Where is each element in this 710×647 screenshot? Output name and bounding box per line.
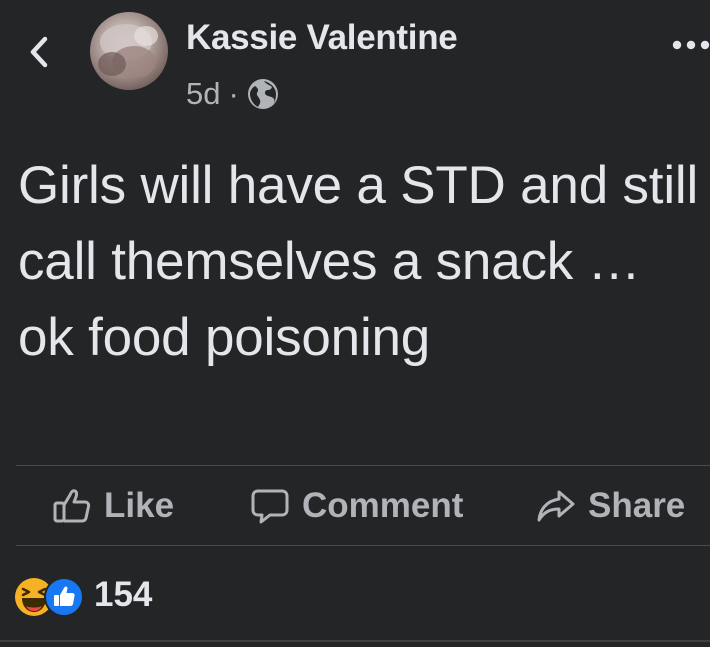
avatar-photo: [98, 24, 158, 78]
divider: [16, 545, 710, 546]
like-reaction-icon: [44, 577, 84, 617]
post-actions: Like Comment Share: [0, 466, 710, 545]
like-button[interactable]: Like: [52, 466, 174, 545]
share-label: Share: [588, 485, 686, 525]
like-label: Like: [104, 485, 175, 525]
share-button[interactable]: Share: [536, 466, 685, 545]
divider: [0, 640, 710, 642]
chevron-left-icon: [30, 36, 48, 68]
thumbs-up-icon: [53, 488, 91, 522]
post-meta: 5d ·: [186, 76, 279, 112]
comment-bubble-icon: [251, 489, 289, 523]
comment-label: Comment: [302, 485, 464, 525]
author-name[interactable]: Kassie Valentine: [186, 18, 458, 58]
more-options-button[interactable]: [672, 30, 710, 60]
comment-button[interactable]: Comment: [250, 466, 463, 545]
post-text: Girls will have a STD and still call the…: [18, 156, 699, 367]
reactions-summary[interactable]: 154: [14, 570, 152, 620]
reaction-icons: [14, 573, 84, 617]
reaction-count: 154: [94, 575, 153, 614]
more-dots-icon: [672, 40, 710, 50]
back-button[interactable]: [24, 30, 54, 74]
meta-separator: ·: [228, 76, 239, 111]
avatar[interactable]: [90, 12, 168, 90]
post-time[interactable]: 5d: [186, 76, 220, 112]
share-arrow-icon: [537, 490, 575, 521]
post-header: Kassie Valentine 5d ·: [0, 0, 710, 120]
globe-icon: [247, 79, 278, 109]
